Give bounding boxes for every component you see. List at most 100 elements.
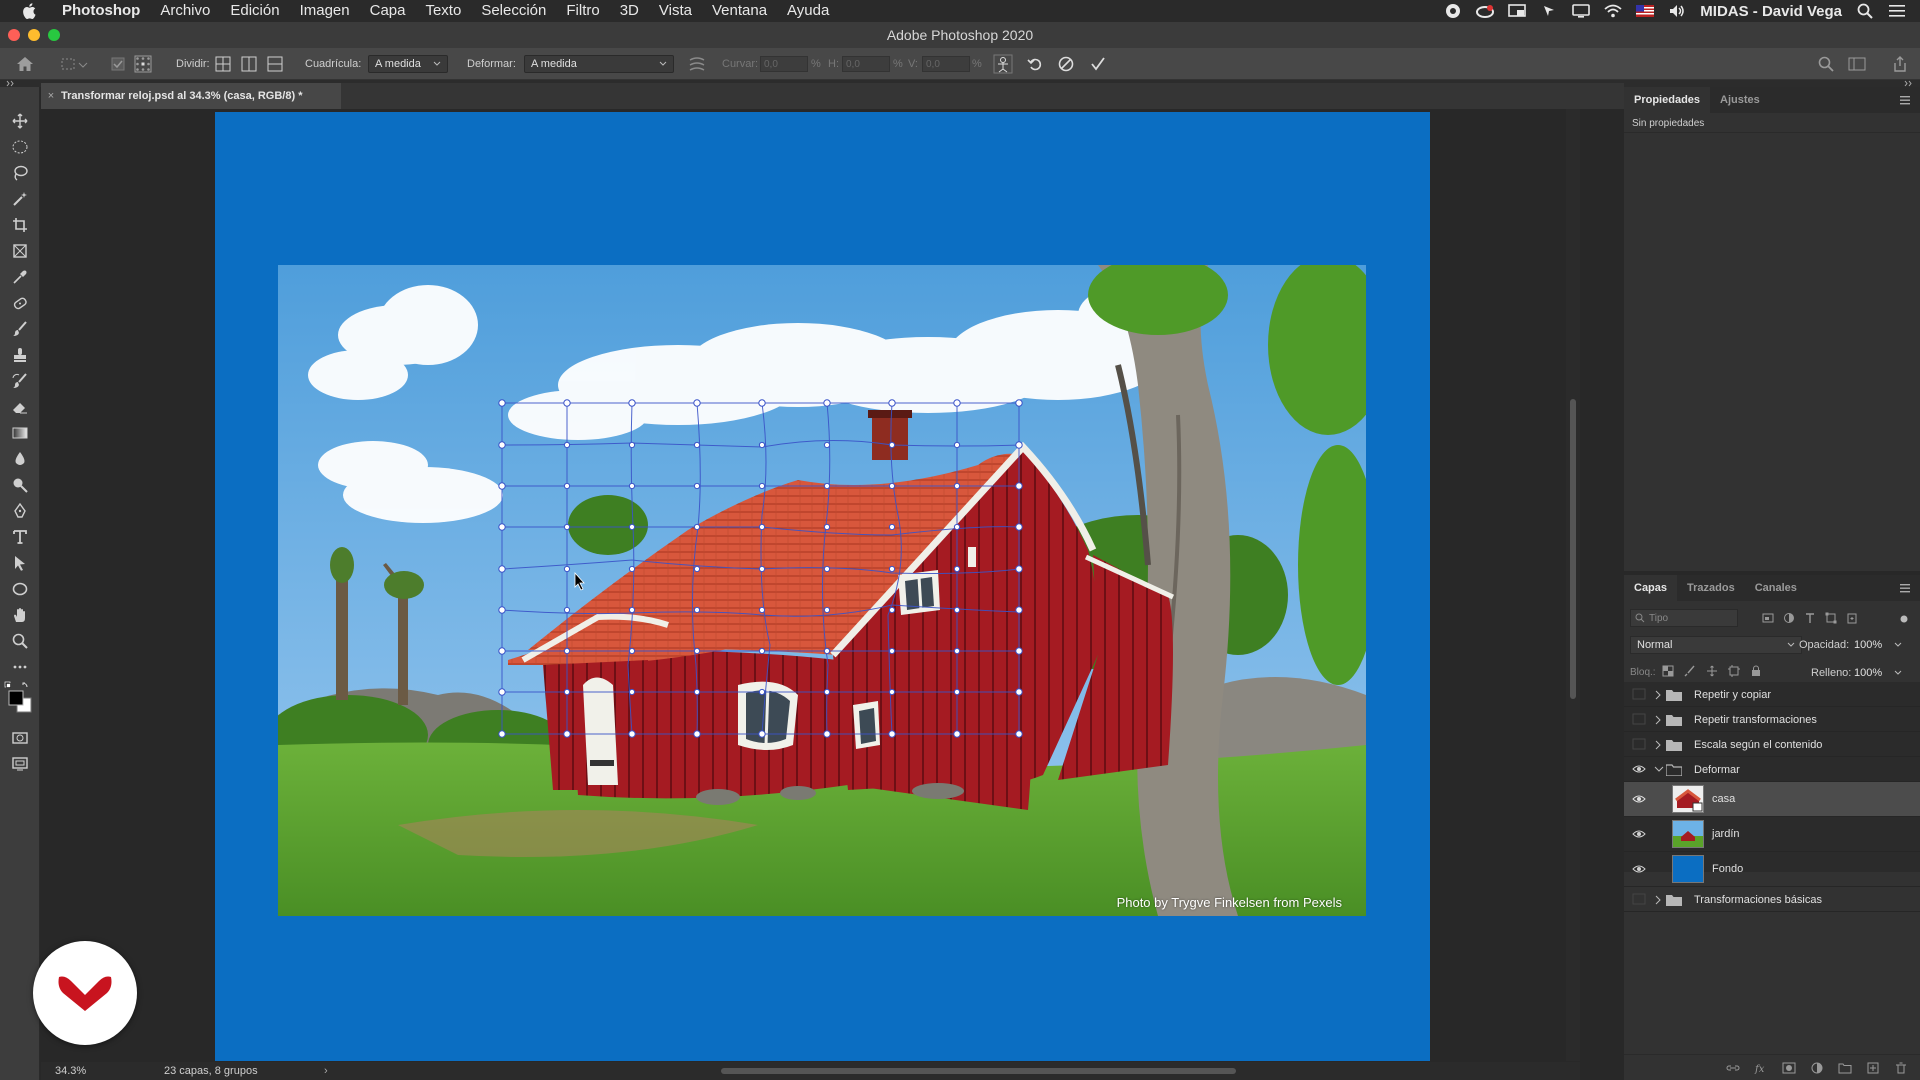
warp-control-point[interactable] [888, 482, 896, 490]
hand-tool-icon[interactable] [10, 605, 30, 625]
creative-cloud-icon[interactable] [1476, 3, 1495, 19]
wifi-icon[interactable] [1604, 3, 1622, 19]
warp-control-point[interactable] [628, 565, 636, 573]
warp-control-point[interactable] [953, 606, 961, 614]
add-mask-icon[interactable] [1782, 1062, 1796, 1074]
spot-healing-icon[interactable] [10, 293, 30, 313]
visibility-toggle[interactable] [1632, 713, 1648, 725]
layer-row[interactable]: jardín [1624, 817, 1920, 852]
blur-tool-icon[interactable] [10, 449, 30, 469]
lock-artboard-icon[interactable] [1728, 665, 1740, 677]
menu-imagen[interactable]: Imagen [290, 0, 360, 22]
menu-app-name[interactable]: Photoshop [52, 0, 150, 22]
delete-layer-icon[interactable] [1894, 1062, 1908, 1074]
warp-control-point[interactable] [498, 482, 506, 490]
warp-control-point[interactable] [563, 399, 571, 407]
eraser-tool-icon[interactable] [10, 397, 30, 417]
warp-control-point[interactable] [888, 565, 896, 573]
horizontal-scroll-thumb[interactable] [721, 1068, 1236, 1074]
display-icon[interactable] [1572, 3, 1591, 19]
warp-control-point[interactable] [693, 565, 701, 573]
warp-control-point[interactable] [693, 482, 701, 490]
warp-control-point[interactable] [888, 730, 896, 738]
filter-pixel-icon[interactable] [1762, 612, 1774, 624]
warp-control-point[interactable] [953, 688, 961, 696]
layer-row[interactable]: Fondo [1624, 852, 1920, 887]
search-icon[interactable] [1856, 3, 1874, 19]
warp-control-point[interactable] [628, 688, 636, 696]
warp-control-point[interactable] [758, 441, 766, 449]
panel-menu-icon[interactable] [1900, 582, 1912, 594]
tab-trazados[interactable]: Trazados [1677, 575, 1745, 601]
eyedropper-icon[interactable] [10, 267, 30, 287]
warp-control-point[interactable] [693, 606, 701, 614]
warp-control-point[interactable] [628, 399, 636, 407]
warp-control-point[interactable] [628, 606, 636, 614]
warp-control-point[interactable] [498, 441, 506, 449]
chevron-right-icon[interactable] [1654, 690, 1662, 700]
warp-control-point[interactable] [823, 688, 831, 696]
layer-row[interactable]: Deformar [1624, 757, 1920, 782]
zoom-level[interactable]: 34.3% [55, 1065, 86, 1077]
reference-point-grid-icon[interactable] [134, 48, 152, 80]
split-vertical-icon[interactable] [241, 48, 257, 80]
clone-stamp-icon[interactable] [10, 345, 30, 365]
layer-row[interactable]: Repetir transformaciones [1624, 707, 1920, 732]
warp-control-point[interactable] [758, 647, 766, 655]
layer-style-fx-icon[interactable]: fx [1754, 1062, 1768, 1074]
panel-menu-icon[interactable] [1900, 94, 1912, 106]
crop-tool-icon[interactable] [10, 215, 30, 235]
new-adjustment-icon[interactable] [1810, 1062, 1824, 1074]
transform-tool-preset-icon[interactable] [60, 48, 88, 80]
split-horizontal-icon[interactable] [267, 48, 283, 80]
grid-select[interactable]: A medida [368, 55, 448, 73]
warp-control-point[interactable] [563, 647, 571, 655]
menu-filtro[interactable]: Filtro [556, 0, 609, 22]
tab-capas[interactable]: Capas [1624, 575, 1678, 601]
canvas-workspace[interactable]: Photo by Trygve Finkelsen from Pexels [41, 109, 1606, 1061]
workspace-icon[interactable] [1848, 48, 1866, 80]
menu-capa[interactable]: Capa [360, 0, 416, 22]
warp-control-point[interactable] [563, 441, 571, 449]
warp-control-point[interactable] [498, 523, 506, 531]
warp-control-point[interactable] [498, 565, 506, 573]
menu-texto[interactable]: Texto [415, 0, 471, 22]
chevron-right-icon[interactable]: › [324, 1065, 328, 1077]
layer-filter-select[interactable]: Tipo [1630, 609, 1738, 627]
visibility-toggle[interactable] [1632, 738, 1648, 750]
menu-seleccion[interactable]: Selección [471, 0, 556, 22]
warp-control-point[interactable] [888, 688, 896, 696]
apple-icon[interactable] [18, 0, 40, 22]
elliptical-marquee-icon[interactable] [10, 137, 30, 157]
layer-row-selected[interactable]: casa [1624, 782, 1920, 817]
layer-row[interactable]: Transformaciones básicas [1624, 887, 1920, 912]
warp-control-point[interactable] [823, 730, 831, 738]
house-photo-canvas[interactable]: Photo by Trygve Finkelsen from Pexels [278, 265, 1366, 916]
warp-control-point[interactable] [1015, 399, 1023, 407]
warp-control-point[interactable] [823, 399, 831, 407]
eye-icon[interactable] [1632, 828, 1648, 840]
chevron-right-icon[interactable] [1654, 740, 1662, 750]
warp-control-point[interactable] [823, 482, 831, 490]
fill-value[interactable]: 100% [1854, 667, 1882, 679]
quick-mask-icon[interactable] [10, 728, 30, 748]
eye-icon[interactable] [1632, 793, 1648, 805]
warp-control-point[interactable] [953, 565, 961, 573]
warp-control-point[interactable] [693, 688, 701, 696]
warp-control-point[interactable] [693, 399, 701, 407]
document-info[interactable]: 23 capas, 8 grupos [164, 1065, 258, 1077]
warp-control-point[interactable] [953, 482, 961, 490]
layers-scrollbar[interactable] [1910, 682, 1918, 872]
warp-control-point[interactable] [1015, 606, 1023, 614]
screen-share-icon[interactable] [1508, 3, 1527, 19]
type-tool-icon[interactable] [10, 527, 30, 547]
eye-icon[interactable] [1632, 863, 1648, 875]
puppet-warp-icon[interactable] [993, 48, 1013, 80]
warp-control-point[interactable] [823, 606, 831, 614]
bend-field[interactable]: 0,0 [760, 56, 808, 72]
warp-control-point[interactable] [498, 606, 506, 614]
menu-ayuda[interactable]: Ayuda [777, 0, 839, 22]
chevron-right-icon[interactable] [1654, 895, 1662, 905]
warp-control-point[interactable] [823, 647, 831, 655]
undo-transform-icon[interactable] [1027, 48, 1043, 80]
